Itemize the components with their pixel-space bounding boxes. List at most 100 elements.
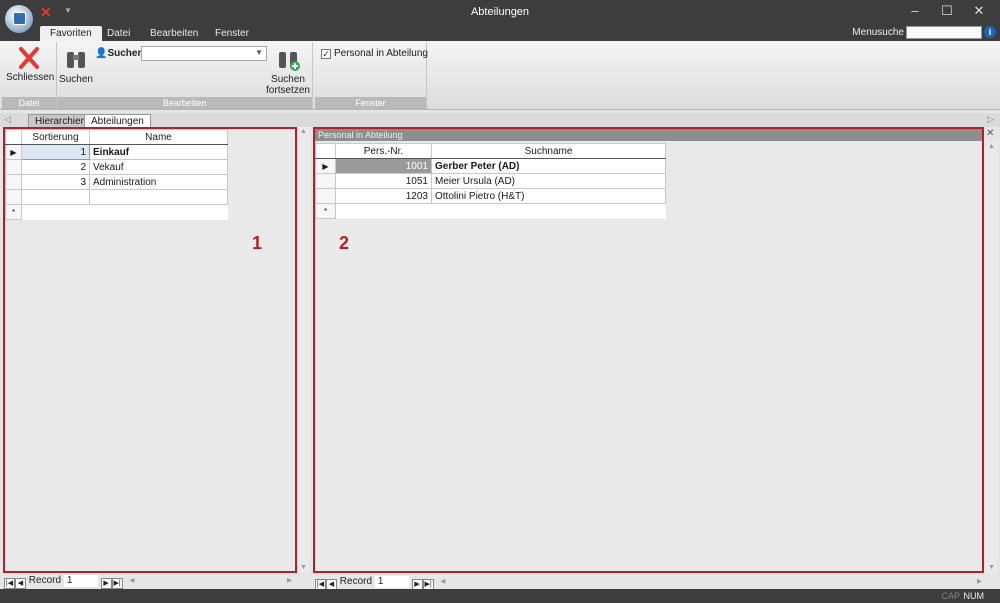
group-bearbeiten-label: Bearbeiten bbox=[57, 97, 312, 109]
ribbon-tab-bar: Favoriten Datei Bearbeiten Fenster Menus… bbox=[0, 24, 1000, 41]
scroll-left-icon[interactable]: ◂ bbox=[440, 576, 445, 587]
document-tab-bar: ◁ Hierarchien Abteilungen ▷ bbox=[0, 113, 1000, 127]
app-logo-icon bbox=[13, 12, 26, 25]
minimize-button[interactable]: – bbox=[900, 4, 930, 20]
scroll-up-icon[interactable]: ▲ bbox=[988, 143, 995, 150]
chevron-down-icon[interactable]: ▼ bbox=[64, 6, 72, 15]
close-doc-button[interactable]: Schliessen bbox=[6, 46, 55, 83]
row-selector[interactable] bbox=[315, 173, 336, 189]
tab-bearbeiten[interactable]: Bearbeiten bbox=[140, 26, 208, 41]
num-lock-indicator: NUM bbox=[963, 591, 985, 601]
table-row[interactable]: ▶ 1001 Gerber Peter (AD) bbox=[315, 158, 666, 174]
cell-name[interactable]: Vekauf bbox=[89, 159, 228, 175]
search-continue-button[interactable]: Suchen fortsetzen bbox=[265, 48, 311, 96]
left-vertical-scrollbar[interactable]: ▲ ▼ bbox=[298, 127, 310, 573]
search-continue-label-2: fortsetzen bbox=[266, 85, 310, 96]
help-icon[interactable]: i bbox=[984, 26, 996, 38]
previous-record-button[interactable]: ◀ bbox=[15, 578, 26, 589]
maximize-button[interactable]: ☐ bbox=[932, 4, 962, 20]
close-pane-icon[interactable]: ✕ bbox=[986, 128, 994, 139]
cell-suchname[interactable]: Meier Ursula (AD) bbox=[431, 173, 666, 189]
close-icon[interactable]: ✕ bbox=[40, 4, 52, 21]
cell-suchname[interactable]: Ottolini Pietro (H&T) bbox=[431, 188, 666, 204]
current-row-icon[interactable]: ▶ bbox=[315, 158, 336, 174]
tab-datei[interactable]: Datei bbox=[97, 26, 140, 41]
menusuche-input[interactable] bbox=[906, 26, 982, 39]
row-selector[interactable] bbox=[315, 188, 336, 204]
user-search-icon: 👤 bbox=[95, 48, 108, 59]
cell-empty[interactable] bbox=[89, 189, 228, 205]
cell-suchname[interactable]: Gerber Peter (AD) bbox=[431, 158, 666, 174]
annotation-label-2: 2 bbox=[339, 233, 350, 253]
cell-name[interactable]: Administration bbox=[89, 174, 228, 190]
cell-sortierung[interactable]: 3 bbox=[21, 174, 90, 190]
row-selector[interactable] bbox=[5, 159, 22, 175]
cell-sortierung[interactable]: 1 bbox=[21, 144, 90, 160]
column-header-sortierung[interactable]: Sortierung bbox=[21, 129, 90, 145]
scroll-right-icon[interactable]: ▷ bbox=[987, 114, 994, 125]
last-record-button[interactable]: ▶| bbox=[111, 578, 123, 589]
record-label: Record bbox=[28, 575, 62, 586]
new-row-icon[interactable]: * bbox=[5, 204, 22, 220]
row-selector-header bbox=[5, 129, 22, 145]
table-row[interactable]: 2 Vekauf bbox=[5, 159, 228, 175]
new-row[interactable]: * bbox=[315, 203, 666, 219]
small-search-button[interactable]: 👤Suchen bbox=[95, 48, 144, 59]
checkbox-checked-icon: ✓ bbox=[321, 49, 331, 59]
record-number-input[interactable]: 1 bbox=[63, 575, 98, 587]
binoculars-add-icon bbox=[279, 52, 300, 71]
search-button[interactable]: Suchen bbox=[59, 48, 93, 85]
chevron-down-icon: ▼ bbox=[255, 48, 263, 57]
search-continue-label-1: Suchen bbox=[271, 74, 305, 85]
left-record-navigator: |◀ ◀ Record 1 ▶ ▶| ◂ ▸ bbox=[4, 575, 292, 589]
close-icon bbox=[19, 47, 39, 69]
tab-fenster[interactable]: Fenster bbox=[205, 26, 259, 41]
table-row[interactable]: ▶ 1 Einkauf bbox=[5, 144, 228, 160]
personal-in-abteilung-checkbox[interactable]: ✓ Personal in Abteilung bbox=[321, 48, 428, 59]
column-header-suchname[interactable]: Suchname bbox=[431, 143, 666, 159]
close-window-button[interactable]: ✕ bbox=[964, 4, 994, 20]
row-selector[interactable] bbox=[5, 189, 22, 205]
table-row[interactable] bbox=[5, 189, 228, 205]
app-menu-button[interactable] bbox=[4, 4, 34, 34]
table-row[interactable]: 3 Administration bbox=[5, 174, 228, 190]
current-row-icon[interactable]: ▶ bbox=[5, 144, 22, 160]
scroll-left-icon[interactable]: ◂ bbox=[129, 575, 134, 586]
cell-sortierung[interactable]: 2 bbox=[21, 159, 90, 175]
cell-pers-nr[interactable]: 1051 bbox=[335, 173, 432, 189]
cell-pers-nr[interactable]: 1001 bbox=[335, 158, 432, 174]
record-label: Record bbox=[339, 576, 373, 587]
status-bar: CAP NUM bbox=[0, 589, 1000, 603]
tab-favoriten[interactable]: Favoriten bbox=[40, 26, 102, 41]
first-record-button[interactable]: |◀ bbox=[4, 578, 15, 589]
table-row[interactable]: 1203 Ottolini Pietro (H&T) bbox=[315, 188, 666, 204]
column-header-pers-nr[interactable]: Pers.-Nr. bbox=[335, 143, 432, 159]
right-vertical-scrollbar[interactable]: ▲ ▼ bbox=[986, 142, 998, 573]
scroll-right-icon[interactable]: ▸ bbox=[287, 575, 292, 586]
doc-tab-abteilungen[interactable]: Abteilungen bbox=[84, 114, 151, 127]
new-row[interactable]: * bbox=[5, 204, 228, 220]
row-selector[interactable] bbox=[5, 174, 22, 190]
next-record-button[interactable]: ▶ bbox=[100, 578, 112, 589]
small-search-label: Suchen bbox=[107, 48, 144, 59]
scroll-up-icon[interactable]: ▲ bbox=[300, 128, 307, 135]
annotation-label-1: 1 bbox=[252, 233, 263, 253]
cell-name[interactable]: Einkauf bbox=[89, 144, 228, 160]
binoculars-icon bbox=[67, 52, 85, 68]
scroll-left-icon[interactable]: ◁ bbox=[4, 114, 11, 125]
record-number-input[interactable]: 1 bbox=[374, 576, 409, 588]
cell-pers-nr[interactable]: 1203 bbox=[335, 188, 432, 204]
checkbox-label: Personal in Abteilung bbox=[334, 48, 428, 59]
personnel-pane: Personal in Abteilung Pers.-Nr. Suchname… bbox=[313, 127, 984, 573]
scroll-right-icon[interactable]: ▸ bbox=[977, 576, 982, 587]
search-combobox[interactable]: ▼ bbox=[141, 46, 267, 61]
scroll-down-icon[interactable]: ▼ bbox=[300, 564, 307, 571]
row-selector-header bbox=[315, 143, 336, 159]
cell-empty[interactable] bbox=[21, 189, 90, 205]
column-header-name[interactable]: Name bbox=[89, 129, 228, 145]
scroll-down-icon[interactable]: ▼ bbox=[988, 564, 995, 571]
close-doc-label: Schliessen bbox=[6, 72, 55, 83]
new-row-icon[interactable]: * bbox=[315, 203, 336, 219]
window-title: Abteilungen bbox=[470, 6, 530, 18]
table-row[interactable]: 1051 Meier Ursula (AD) bbox=[315, 173, 666, 189]
